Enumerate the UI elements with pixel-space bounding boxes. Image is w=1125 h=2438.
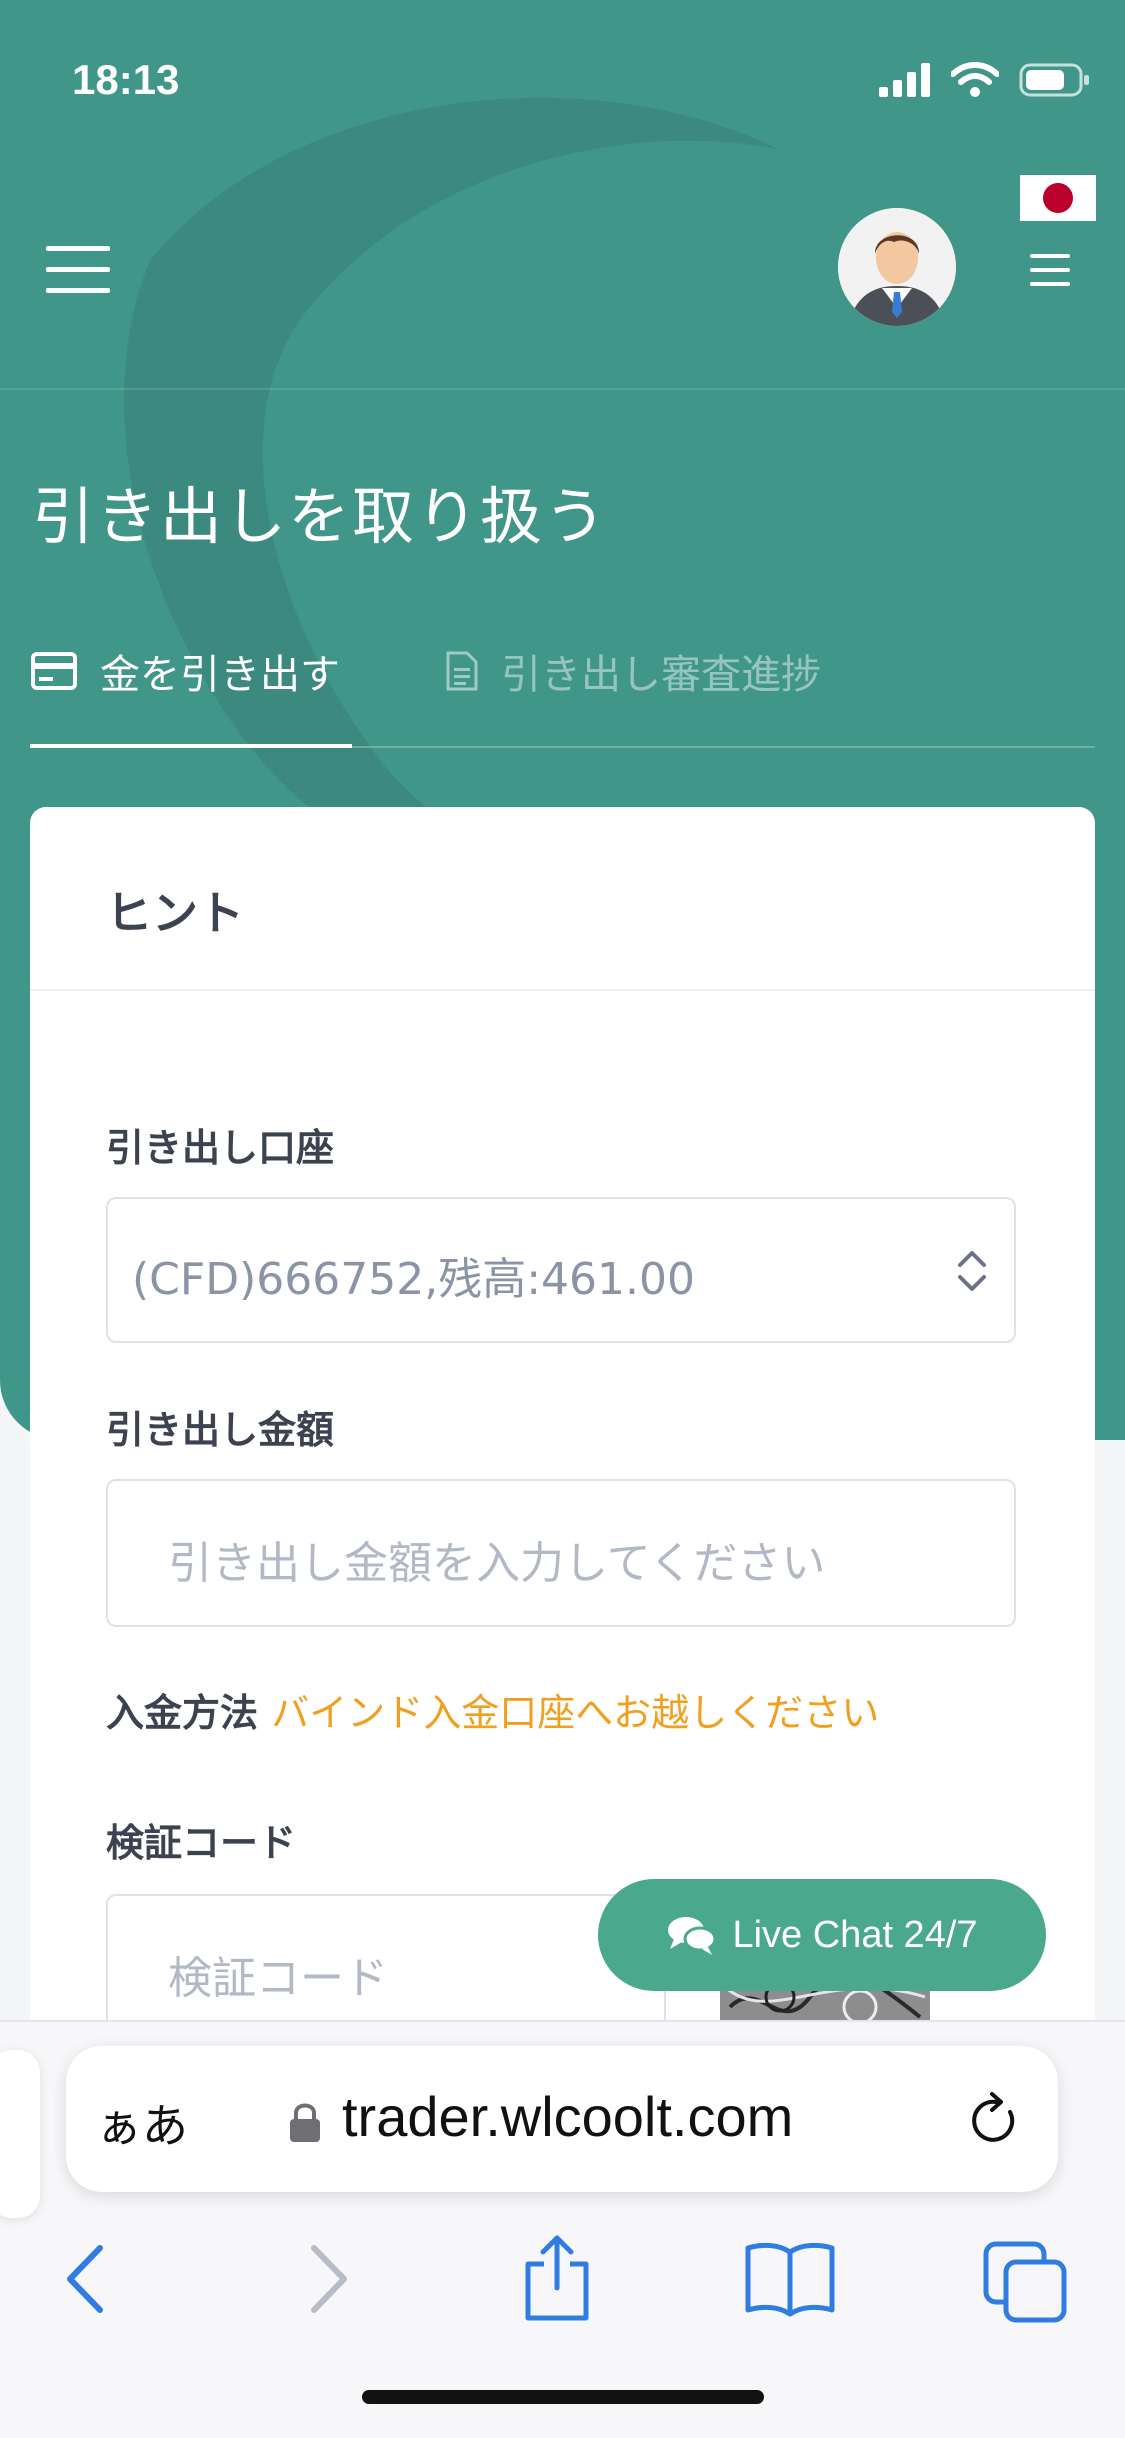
deposit-method-label: 入金方法 (106, 1691, 259, 1735)
status-icons (879, 62, 1091, 98)
live-chat-label: Live Chat 24/7 (732, 1913, 978, 1956)
safari-toolbar: ぁあ trader.wlcoolt.com (0, 2020, 1125, 2438)
amount-input[interactable]: 引き出し金額を入力してください (106, 1479, 1016, 1627)
deposit-method-link[interactable]: バインド入金口座へお越しください (271, 1691, 879, 1735)
page-title: 引き出しを取り扱う (32, 480, 609, 553)
tab-withdraw-progress[interactable]: 引き出し審査進捗 (445, 642, 821, 700)
japan-flag-icon[interactable] (1020, 175, 1096, 221)
reload-icon[interactable] (966, 2090, 1022, 2148)
deposit-method-row: 入金方法 バインド入金口座へお越しください (106, 1682, 879, 1737)
chat-bubbles-icon (668, 1917, 717, 1955)
tab-bar: 金を引き出す 引き出し審査進捗 (30, 620, 1095, 748)
tab-withdraw[interactable]: 金を引き出す (30, 642, 340, 700)
forward-icon[interactable] (306, 2242, 352, 2316)
bookmarks-icon[interactable] (744, 2238, 836, 2318)
card-header: ヒント (30, 807, 1095, 991)
user-avatar[interactable] (838, 208, 956, 326)
tabs-icon[interactable] (982, 2240, 1068, 2324)
credit-card-icon (31, 652, 77, 690)
tab-withdraw-progress-label: 引き出し審査進捗 (501, 652, 821, 698)
verification-code-input[interactable]: 検証コード (106, 1894, 666, 2034)
cellular-signal-icon (879, 63, 930, 97)
account-select-value: (CFD)666752,残高:461.00 (132, 1254, 695, 1305)
account-label: 引き出し口座 (106, 1126, 335, 1170)
avatar-person-icon (838, 208, 956, 326)
hamburger-menu-icon[interactable] (46, 242, 110, 298)
amount-placeholder: 引き出し金額を入力してください (168, 1538, 826, 1589)
share-icon[interactable] (520, 2232, 594, 2322)
app-header (0, 170, 1125, 390)
tab-withdraw-label: 金を引き出す (100, 652, 340, 698)
account-select[interactable]: (CFD)666752,残高:461.00 (106, 1197, 1016, 1343)
home-indicator (362, 2390, 764, 2404)
back-icon[interactable] (62, 2242, 108, 2316)
language-menu-icon[interactable] (1030, 252, 1070, 288)
wifi-icon (951, 62, 999, 97)
active-tab-indicator (30, 744, 352, 748)
address-bar[interactable]: ぁあ trader.wlcoolt.com (66, 2046, 1058, 2192)
reader-options-button[interactable]: ぁあ (96, 2090, 188, 2156)
status-time: 18:13 (72, 56, 180, 103)
verification-code-placeholder: 検証コード (168, 1953, 388, 2004)
browser-nav-row (0, 2212, 1125, 2352)
url-text: trader.wlcoolt.com (342, 2085, 794, 2148)
amount-label: 引き出し金額 (106, 1408, 335, 1452)
battery-icon (1019, 63, 1089, 97)
document-icon (446, 651, 478, 691)
previous-tab-preview[interactable] (0, 2050, 40, 2218)
live-chat-button[interactable]: Live Chat 24/7 (598, 1879, 1046, 1991)
select-arrows-icon (958, 1251, 986, 1291)
card-title: ヒント (106, 886, 244, 940)
lock-icon (290, 2103, 320, 2142)
verification-code-label: 検証コード (106, 1821, 297, 1865)
status-bar: 18:13 (0, 0, 1125, 150)
